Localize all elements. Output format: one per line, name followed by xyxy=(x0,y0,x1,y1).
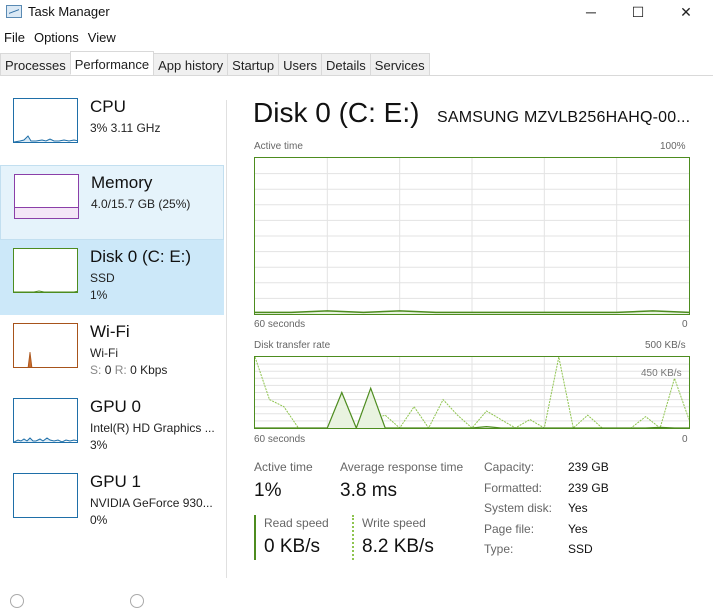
wifi-adapter: Wi-Fi xyxy=(90,346,118,360)
avg-response-value: 3.8 ms xyxy=(340,480,397,502)
gpu0-name: Intel(R) HD Graphics ... xyxy=(90,421,215,435)
active-time-graph-label: Active time xyxy=(254,141,303,152)
cpu-thumbnail-graph xyxy=(13,98,78,143)
transfer-rate-max-label: 500 KB/s xyxy=(645,340,686,351)
task-manager-icon xyxy=(6,5,22,18)
active-time-stat-value: 1% xyxy=(254,480,281,502)
close-button[interactable]: ✕ xyxy=(663,0,709,24)
sidebar-item-cpu[interactable]: CPU 3% 3.11 GHz xyxy=(0,90,224,165)
disk-thumbnail-line xyxy=(14,249,78,293)
read-speed-value: 0 KB/s xyxy=(264,536,320,558)
memory-title: Memory xyxy=(91,173,152,193)
gpu1-title: GPU 1 xyxy=(90,472,141,492)
formatted-value: 239 GB xyxy=(568,481,609,495)
gpu0-title: GPU 0 xyxy=(90,397,141,417)
cpu-title: CPU xyxy=(90,97,126,117)
fewer-details-icon[interactable] xyxy=(10,594,24,608)
read-speed-label: Read speed xyxy=(264,516,329,530)
wifi-title: Wi-Fi xyxy=(90,322,130,342)
active-time-stat-label: Active time xyxy=(254,460,313,474)
disk-title: Disk 0 (C: E:) xyxy=(90,247,191,267)
wifi-receive-label: R: xyxy=(115,363,127,377)
title-bar: Task Manager ─ ☐ ✕ xyxy=(0,0,713,26)
write-speed-legend-bar xyxy=(352,515,354,560)
resource-monitor-icon[interactable] xyxy=(130,594,144,608)
active-time-graph xyxy=(254,157,690,315)
gpu0-usage: 3% xyxy=(90,438,107,452)
sidebar-item-disk0[interactable]: Disk 0 (C: E:) SSD 1% xyxy=(0,240,224,315)
wifi-thumbnail-graph xyxy=(13,323,78,368)
menu-options[interactable]: Options xyxy=(30,28,84,48)
disk-usage: 1% xyxy=(90,288,107,302)
active-time-chart-svg xyxy=(255,158,689,314)
menu-view[interactable]: View xyxy=(84,28,121,48)
sidebar-item-gpu1[interactable]: GPU 1 NVIDIA GeForce 930... 0% xyxy=(0,465,224,540)
disk-type: SSD xyxy=(90,271,115,285)
sidebar-item-memory[interactable]: Memory 4.0/15.7 GB (25%) xyxy=(0,165,224,240)
disk-heading: Disk 0 (C: E:) xyxy=(253,97,419,129)
cpu-usage: 3% 3.11 GHz xyxy=(90,121,160,135)
active-time-min-label: 0 xyxy=(682,319,688,330)
gpu1-name: NVIDIA GeForce 930... xyxy=(90,496,213,510)
tab-services[interactable]: Services xyxy=(370,53,430,75)
memory-usage: 4.0/15.7 GB (25%) xyxy=(91,197,190,211)
read-speed-legend-bar xyxy=(254,515,256,560)
transfer-rate-scale-label: 450 KB/s xyxy=(641,368,682,379)
minimize-button[interactable]: ─ xyxy=(568,0,614,24)
sidebar-item-gpu0[interactable]: GPU 0 Intel(R) HD Graphics ... 3% xyxy=(0,390,224,465)
active-time-max-label: 100% xyxy=(660,141,686,152)
write-speed-value: 8.2 KB/s xyxy=(362,536,434,558)
tab-performance[interactable]: Performance xyxy=(70,51,154,75)
write-speed-label: Write speed xyxy=(362,516,426,530)
type-label: Type: xyxy=(484,542,513,556)
tab-bar: Processes Performance App history Startu… xyxy=(0,53,713,76)
tab-details[interactable]: Details xyxy=(321,53,371,75)
memory-fill xyxy=(15,207,78,218)
transfer-rate-duration-label: 60 seconds xyxy=(254,434,305,445)
avg-response-label: Average response time xyxy=(340,460,463,474)
capacity-label: Capacity: xyxy=(484,460,534,474)
panel-divider[interactable] xyxy=(226,100,227,578)
formatted-label: Formatted: xyxy=(484,481,542,495)
memory-thumbnail-graph xyxy=(14,174,79,219)
type-value: SSD xyxy=(568,542,593,556)
system-disk-value: Yes xyxy=(568,501,588,515)
transfer-rate-graph-label: Disk transfer rate xyxy=(254,340,330,351)
tab-app-history[interactable]: App history xyxy=(153,53,228,75)
wifi-throughput: S: 0 R: 0 Kbps xyxy=(90,363,167,377)
active-time-duration-label: 60 seconds xyxy=(254,319,305,330)
gpu1-usage: 0% xyxy=(90,513,107,527)
resource-sidebar: CPU 3% 3.11 GHz Memory 4.0/15.7 GB (25%)… xyxy=(0,90,224,540)
transfer-rate-min-label: 0 xyxy=(682,434,688,445)
wifi-send-value: 0 xyxy=(105,363,112,377)
cpu-thumbnail-line xyxy=(14,99,78,143)
disk-model: SAMSUNG MZVLB256HAHQ-00... xyxy=(437,109,690,127)
disk-thumbnail-graph xyxy=(13,248,78,293)
gpu1-thumbnail-graph xyxy=(13,473,78,518)
menu-bar: File Options View xyxy=(0,28,121,48)
transfer-rate-graph: 450 KB/s xyxy=(254,356,690,429)
sidebar-item-wifi[interactable]: Wi-Fi Wi-Fi S: 0 R: 0 Kbps xyxy=(0,315,224,390)
wifi-send-label: S: xyxy=(90,363,101,377)
page-file-label: Page file: xyxy=(484,522,534,536)
capacity-value: 239 GB xyxy=(568,460,609,474)
maximize-button[interactable]: ☐ xyxy=(615,0,661,24)
wifi-receive-value: 0 Kbps xyxy=(130,363,167,377)
gpu0-thumbnail-graph xyxy=(13,398,78,443)
wifi-thumbnail-line xyxy=(14,324,78,368)
tab-processes[interactable]: Processes xyxy=(0,53,71,75)
tab-startup[interactable]: Startup xyxy=(227,53,279,75)
page-file-value: Yes xyxy=(568,522,588,536)
window-title: Task Manager xyxy=(28,4,110,19)
gpu0-thumbnail-line xyxy=(14,399,78,443)
system-disk-label: System disk: xyxy=(484,501,552,515)
menu-file[interactable]: File xyxy=(0,28,30,48)
tab-users[interactable]: Users xyxy=(278,53,322,75)
transfer-rate-chart-svg xyxy=(255,357,689,428)
